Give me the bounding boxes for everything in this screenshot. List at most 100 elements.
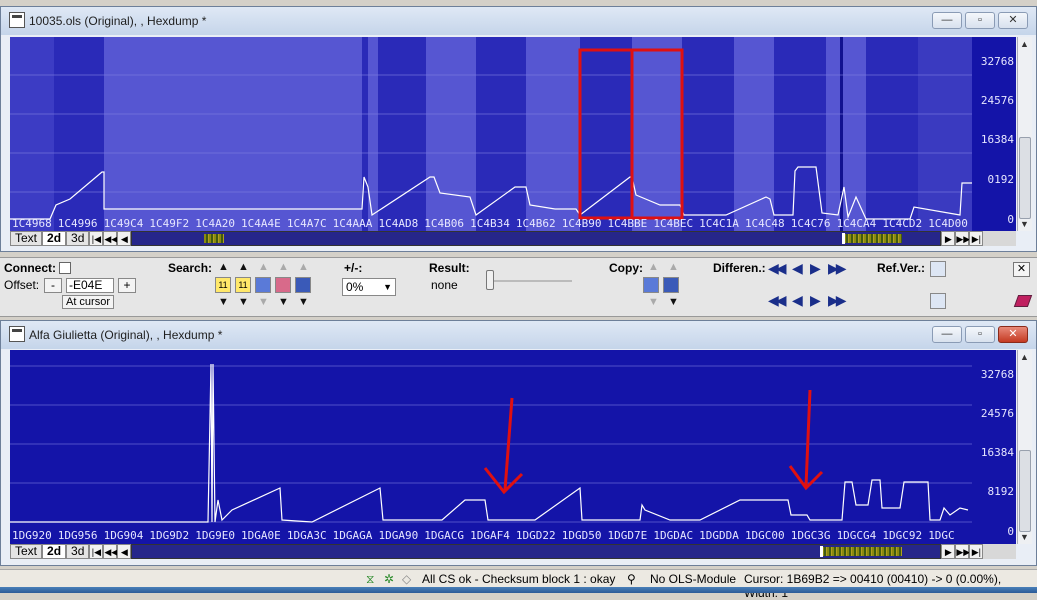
diff-last-icon[interactable]: ▶▶ — [828, 260, 846, 277]
x-tick-label: 1C4A7C — [286, 217, 327, 230]
minimize-button[interactable]: — — [932, 12, 962, 29]
result-slider[interactable] — [486, 280, 572, 282]
close-button[interactable]: ✕ — [998, 12, 1028, 29]
bottom-vertical-scrollbar[interactable]: ▲ ▼ — [1017, 350, 1032, 544]
top-tab-bar: Text 2d 3d |◀ ◀◀ ◀ ▶ ▶▶ ▶| — [10, 231, 1016, 246]
bottom-y-axis: 32768 24576 16384 8192 0 — [972, 350, 1016, 544]
scroll-down-icon[interactable]: ▼ — [1020, 219, 1029, 229]
top-title-bar[interactable]: 10035.ols (Original), , Hexdump * — ▫ ✕ — [1, 7, 1036, 35]
offset-label: Offset: — [4, 278, 40, 292]
bottom-plot-graphics — [10, 350, 972, 544]
bottom-hexdump-plot[interactable]: 1DG920 1DG956 1DG904 1DG9D2 1DG9E0 1DGA0E 1DGA… — [10, 350, 972, 544]
x-tick-label: 1C4CA4 — [836, 217, 877, 230]
tab-3d[interactable]: 3d — [66, 544, 90, 559]
bottom-title-bar[interactable]: Alfa Giulietta (Original), , Hexdump * —… — [1, 321, 1036, 349]
connect-checkbox[interactable] — [59, 262, 71, 274]
offset-minus-button[interactable]: - — [44, 278, 62, 293]
copy-table-icon[interactable] — [663, 277, 679, 293]
search-up-icon[interactable]: ▲ — [238, 261, 249, 273]
scroll-up-icon[interactable]: ▲ — [1020, 352, 1029, 362]
diff-prev-icon[interactable]: ◀ — [792, 292, 803, 309]
copy-up-icon[interactable]: ▲ — [648, 261, 659, 273]
bottom-window-title: Alfa Giulietta (Original), , Hexdump * — [29, 328, 223, 342]
last-page-icon[interactable]: ▶| — [969, 544, 984, 559]
x-tick-label: 1C4B34 — [470, 217, 510, 230]
percent-value: 0% — [346, 280, 364, 294]
diff-first-icon[interactable]: ◀◀ — [768, 292, 786, 309]
bottom-y-label: 0 — [1007, 525, 1014, 538]
x-tick-label: 1C4B62 — [515, 217, 556, 230]
top-horizontal-scroll[interactable] — [131, 231, 942, 246]
diff-first-icon[interactable]: ◀◀ — [768, 260, 786, 277]
scroll-up-icon[interactable]: ▲ — [1020, 39, 1029, 49]
bottom-horizontal-scroll[interactable] — [131, 544, 942, 559]
top-y-label: 24576 — [980, 94, 1014, 107]
next-page-icon[interactable]: ▶▶ — [955, 544, 970, 559]
diff-next-icon[interactable]: ▶ — [810, 260, 821, 277]
prev-page-icon[interactable]: ◀◀ — [103, 544, 118, 559]
refver-window-icon[interactable] — [930, 261, 946, 277]
search-down-icon[interactable]: ▼ — [258, 296, 269, 308]
checksum-status: All CS ok - Checksum block 1 : okay — [422, 572, 616, 586]
search-table-icon[interactable] — [295, 277, 311, 293]
diff-next-icon[interactable]: ▶ — [810, 292, 821, 309]
x-tick-label: 1DG956 — [57, 529, 98, 542]
first-page-icon[interactable]: |◀ — [89, 544, 104, 559]
search-up-icon[interactable]: ▲ — [298, 261, 309, 273]
next-icon[interactable]: ▶ — [941, 544, 956, 559]
x-tick-label: 1C4D00 — [928, 217, 968, 230]
tab-text[interactable]: Text — [10, 544, 43, 559]
prev-icon[interactable]: ◀ — [117, 231, 132, 246]
scroll-down-icon[interactable]: ▼ — [1020, 532, 1029, 542]
tab-2d[interactable]: 2d — [42, 544, 67, 559]
at-cursor-button[interactable]: At cursor — [62, 295, 114, 309]
percent-select[interactable]: 0% ▼ — [342, 278, 396, 296]
copy-down-icon[interactable]: ▼ — [668, 296, 679, 308]
tab-3d[interactable]: 3d — [66, 231, 90, 246]
scroll-thumb[interactable] — [1019, 137, 1031, 219]
first-page-icon[interactable]: |◀ — [89, 231, 104, 246]
search-down-icon[interactable]: ▼ — [278, 296, 289, 308]
diff-last-icon[interactable]: ▶▶ — [828, 292, 846, 309]
search-map-icon[interactable] — [275, 277, 291, 293]
diff-prev-icon[interactable]: ◀ — [792, 260, 803, 277]
maximize-button[interactable]: ▫ — [965, 12, 995, 29]
search-map-icon[interactable] — [255, 277, 271, 293]
tab-2d[interactable]: 2d — [42, 231, 67, 246]
scroll-thumb[interactable] — [1019, 450, 1031, 532]
copy-up-icon[interactable]: ▲ — [668, 261, 679, 273]
maximize-button[interactable]: ▫ — [965, 326, 995, 343]
x-tick-label: 1DG920 — [12, 529, 52, 542]
search-value-button[interactable]: 11 — [235, 277, 251, 293]
search-down-icon[interactable]: ▼ — [218, 296, 229, 308]
close-button[interactable]: ✕ — [998, 326, 1028, 343]
copy-map-icon[interactable] — [643, 277, 659, 293]
x-tick-label: 1DGACG — [424, 529, 465, 542]
result-slider-thumb[interactable] — [486, 270, 494, 290]
copy-down-icon[interactable]: ▼ — [648, 296, 659, 308]
top-hexdump-plot[interactable]: 1C4968 1C4996 1C49C4 1C49F2 1C4A20 1C4A4E 1C4A… — [10, 37, 972, 231]
search-down-icon[interactable]: ▼ — [238, 296, 249, 308]
plusminus-label: +/-: — [344, 261, 363, 275]
prev-page-icon[interactable]: ◀◀ — [103, 231, 118, 246]
eraser-icon[interactable] — [1013, 295, 1033, 307]
top-y-label: 0 — [1007, 213, 1014, 226]
offset-plus-button[interactable]: + — [118, 278, 136, 293]
toolbar-close-button[interactable]: ✕ — [1013, 262, 1030, 277]
search-up-icon[interactable]: ▲ — [218, 261, 229, 273]
next-icon[interactable]: ▶ — [941, 231, 956, 246]
x-tick-label: 1DGC3G — [790, 529, 831, 542]
refver-window-icon[interactable] — [930, 293, 946, 309]
minimize-button[interactable]: — — [932, 326, 962, 343]
tab-text[interactable]: Text — [10, 231, 43, 246]
x-tick-label: 1DGCG4 — [836, 529, 877, 542]
search-down-icon[interactable]: ▼ — [298, 296, 309, 308]
offset-input[interactable]: -E04E — [66, 278, 114, 293]
prev-icon[interactable]: ◀ — [117, 544, 132, 559]
search-up-icon[interactable]: ▲ — [278, 261, 289, 273]
top-vertical-scrollbar[interactable]: ▲ ▼ — [1017, 37, 1032, 231]
search-up-icon[interactable]: ▲ — [258, 261, 269, 273]
last-page-icon[interactable]: ▶| — [969, 231, 984, 246]
search-value-button[interactable]: 11 — [215, 277, 231, 293]
next-page-icon[interactable]: ▶▶ — [955, 231, 970, 246]
